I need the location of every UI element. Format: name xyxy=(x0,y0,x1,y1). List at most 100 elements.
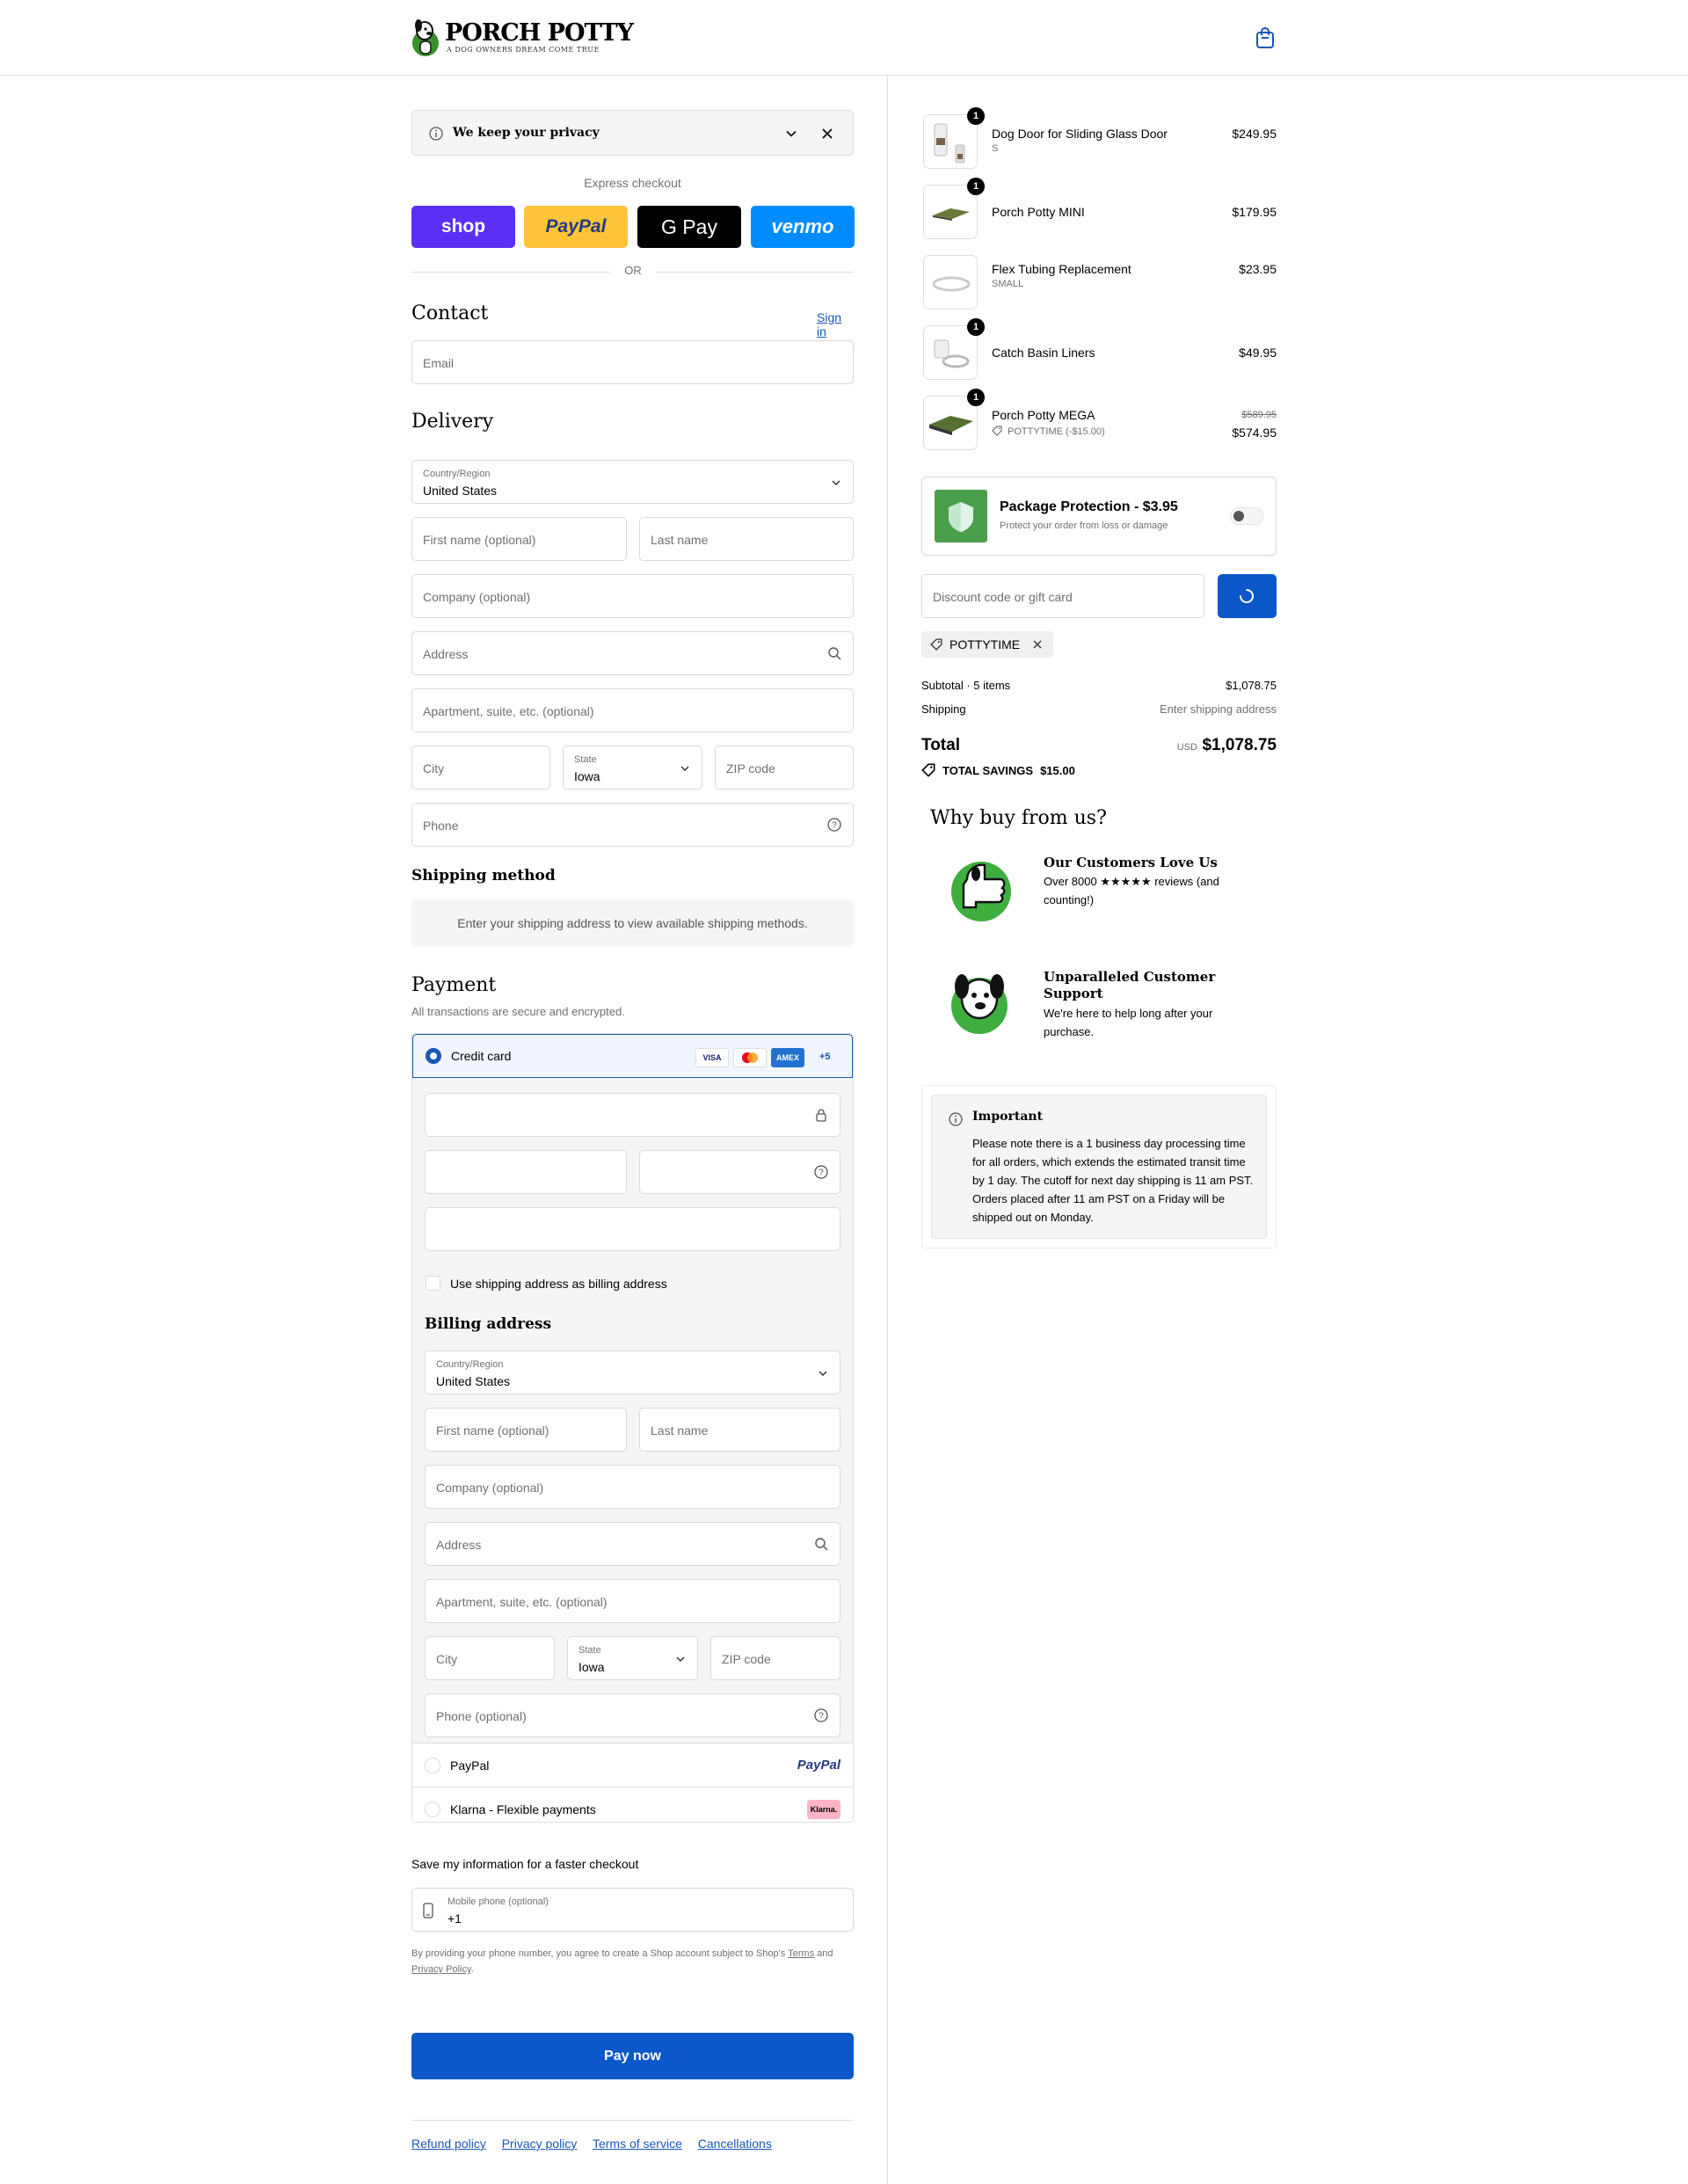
column-divider xyxy=(887,76,888,2184)
savings-label: TOTAL SAVINGS xyxy=(942,763,1034,777)
shop-pay-button[interactable]: shop xyxy=(411,206,515,248)
important-notice-frame: Important Please note there is a 1 busin… xyxy=(921,1085,1277,1249)
first-name-placeholder: First name (optional) xyxy=(423,533,536,547)
state-label: State xyxy=(574,754,597,765)
billing-phone-field[interactable]: Phone (optional) ? xyxy=(425,1693,840,1737)
product-price: $574.95 xyxy=(1232,426,1277,440)
billing-country-select[interactable]: Country/Region United States xyxy=(425,1350,840,1394)
credit-card-radio[interactable] xyxy=(426,1048,441,1064)
last-name-field[interactable]: Last name xyxy=(639,517,854,561)
mobile-phone-icon xyxy=(423,1903,433,1918)
search-icon xyxy=(815,1538,828,1551)
billing-apartment-placeholder: Apartment, suite, etc. (optional) xyxy=(436,1595,608,1609)
cart-item: 1 Porch Potty MINI $179.95 xyxy=(921,178,1277,243)
paypal-radio[interactable] xyxy=(425,1758,440,1773)
shop-pay-label: shop xyxy=(440,216,486,237)
google-pay-button[interactable]: G Pay xyxy=(637,206,741,248)
protection-title: Package Protection - $3.95 xyxy=(1000,499,1178,514)
sign-in-link[interactable]: Sign in xyxy=(817,310,854,339)
billing-state-value: Iowa xyxy=(578,1660,605,1674)
klarna-option-label: Klarna - Flexible payments xyxy=(450,1802,596,1816)
zip-field[interactable]: ZIP code xyxy=(715,746,854,790)
city-field[interactable]: City xyxy=(411,746,550,790)
remove-discount-icon[interactable] xyxy=(1032,639,1043,650)
country-select[interactable]: Country/Region United States xyxy=(411,460,854,504)
svg-text:?: ? xyxy=(819,1712,824,1722)
name-on-card-field[interactable] xyxy=(425,1207,840,1251)
payment-heading: Payment xyxy=(411,974,497,996)
product-price: $23.95 xyxy=(1239,262,1277,276)
discount-code-field[interactable]: Discount code or gift card xyxy=(921,574,1204,618)
terms-of-service-link[interactable]: Terms of service xyxy=(593,2137,682,2151)
shield-icon xyxy=(935,490,987,542)
terms-link[interactable]: Terms xyxy=(788,1948,814,1959)
product-original-price: $589.95 xyxy=(1241,410,1277,420)
phone-placeholder: Phone xyxy=(423,819,459,833)
quantity-badge: 1 xyxy=(967,107,985,125)
billing-last-name-placeholder: Last name xyxy=(651,1423,709,1438)
klarna-option[interactable]: Klarna - Flexible payments Klarna. xyxy=(412,1787,853,1822)
legal-prefix: By providing your phone number, you agre… xyxy=(411,1948,786,1959)
venmo-button[interactable]: venmo xyxy=(751,206,855,248)
protection-toggle[interactable] xyxy=(1230,507,1263,525)
privacy-banner[interactable]: We keep your privacy xyxy=(411,110,854,156)
billing-city-field[interactable]: City xyxy=(425,1636,555,1680)
brand-logo[interactable]: PORCH POTTY A DOG OWNERS DREAM COME TRUE xyxy=(410,16,634,58)
help-icon[interactable]: ? xyxy=(813,1164,829,1180)
shopping-bag-icon[interactable] xyxy=(1255,26,1275,49)
product-name: Porch Potty MEGA xyxy=(992,408,1095,422)
billing-state-select[interactable]: State Iowa xyxy=(567,1636,698,1680)
help-icon[interactable]: ? xyxy=(826,817,842,833)
card-number-field[interactable] xyxy=(425,1093,840,1137)
billing-company-field[interactable]: Company (optional) xyxy=(425,1465,840,1509)
product-variant: S xyxy=(992,143,999,154)
apartment-placeholder: Apartment, suite, etc. (optional) xyxy=(423,704,594,718)
security-code-field[interactable]: ? xyxy=(639,1150,840,1194)
shipping-method-heading: Shipping method xyxy=(411,867,556,885)
expiration-field[interactable] xyxy=(425,1150,627,1194)
discount-tag-icon xyxy=(930,638,942,651)
billing-same-label: Use shipping address as billing address xyxy=(450,1277,667,1291)
klarna-logo-icon: Klarna. xyxy=(807,1800,840,1819)
phone-field[interactable]: Phone ? xyxy=(411,803,854,847)
discount-placeholder: Discount code or gift card xyxy=(933,590,1073,604)
search-icon xyxy=(828,647,841,660)
company-field[interactable]: Company (optional) xyxy=(411,574,854,618)
zip-placeholder: ZIP code xyxy=(726,761,775,775)
paypal-button[interactable]: PayPal xyxy=(524,206,628,248)
more-cards-badge: +5 xyxy=(819,1052,831,1062)
first-name-field[interactable]: First name (optional) xyxy=(411,517,627,561)
billing-apartment-field[interactable]: Apartment, suite, etc. (optional) xyxy=(425,1579,840,1623)
privacy-policy-footer-link[interactable]: Privacy policy xyxy=(502,2137,578,2151)
email-field[interactable]: Email xyxy=(411,340,854,384)
billing-same-checkbox[interactable] xyxy=(426,1276,440,1291)
paypal-option[interactable]: PayPal PayPal xyxy=(412,1743,853,1787)
billing-zip-field[interactable]: ZIP code xyxy=(710,1636,840,1680)
help-icon[interactable]: ? xyxy=(813,1707,829,1723)
state-select[interactable]: State Iowa xyxy=(563,746,702,790)
product-price: $49.95 xyxy=(1239,346,1277,360)
cancellations-link[interactable]: Cancellations xyxy=(698,2137,772,2151)
address-field[interactable]: Address xyxy=(411,631,854,675)
privacy-policy-link[interactable]: Privacy Policy xyxy=(411,1964,471,1975)
billing-address-field[interactable]: Address xyxy=(425,1522,840,1566)
email-placeholder: Email xyxy=(423,356,455,370)
mobile-phone-field[interactable]: Mobile phone (optional) +1 xyxy=(411,1888,854,1932)
credit-card-option[interactable]: Credit card VISA AMEX +5 xyxy=(412,1034,853,1078)
billing-last-name-field[interactable]: Last name xyxy=(639,1408,840,1452)
apply-discount-button[interactable] xyxy=(1218,574,1277,618)
apartment-field[interactable]: Apartment, suite, etc. (optional) xyxy=(411,688,854,732)
why-title: Unparalleled Customer Support xyxy=(1044,969,1216,1001)
chevron-down-icon[interactable] xyxy=(785,127,797,140)
billing-city-placeholder: City xyxy=(436,1652,458,1666)
cart-item: 1 Catch Basin Liners $49.95 xyxy=(921,318,1277,383)
close-icon[interactable] xyxy=(821,127,833,140)
quantity-badge: 1 xyxy=(967,318,985,336)
pay-now-button[interactable]: Pay now xyxy=(411,2033,854,2079)
billing-first-name-field[interactable]: First name (optional) xyxy=(425,1408,627,1452)
why-title: Our Customers Love Us xyxy=(1044,855,1218,870)
quantity-badge: 1 xyxy=(967,178,985,195)
klarna-radio[interactable] xyxy=(425,1802,440,1817)
refund-policy-link[interactable]: Refund policy xyxy=(411,2137,486,2151)
thumbs-up-dog-icon xyxy=(951,862,1011,921)
